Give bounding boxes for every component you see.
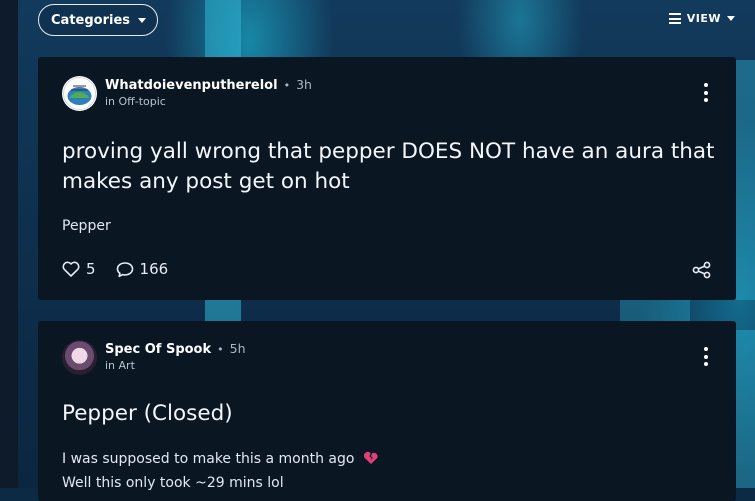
view-options-icon [668,13,681,24]
post-body-line: Well this only took ~29 mins lol [62,475,284,491]
separator-dot: • [283,79,291,92]
like-count: 5 [86,260,96,278]
heart-icon [62,261,80,277]
chevron-down-icon [727,16,735,21]
community-link[interactable]: in Art [105,359,135,372]
post-time: 5h [229,341,246,356]
view-label: VIEW [686,12,721,25]
comment-button[interactable]: 166 [116,260,169,278]
more-options-icon[interactable] [704,83,708,102]
post-title[interactable]: Pepper (Closed) [62,399,233,429]
post-title[interactable]: proving yall wrong that pepper DOES NOT … [62,137,722,197]
post-time: 3h [296,77,312,92]
left-sidebar-strip [0,0,18,488]
broken-heart-icon [363,451,378,464]
comment-count: 166 [139,260,169,278]
post-card[interactable]: Whatdoievenputherelol • 3h in Off-topic … [38,57,736,300]
avatar[interactable] [62,76,97,111]
author-name[interactable]: Whatdoievenputherelol [105,78,278,93]
community-link[interactable]: in Off-topic [105,95,166,108]
like-button[interactable]: 5 [62,260,96,278]
categories-label: Categories [51,12,131,28]
author-name[interactable]: Spec Of Spook [105,342,211,357]
comment-icon [116,261,133,277]
more-options-icon[interactable] [704,347,708,366]
post-tag[interactable]: Pepper [62,218,111,234]
share-icon[interactable] [692,261,712,279]
view-button[interactable]: VIEW [668,12,735,25]
post-card[interactable]: Spec Of Spook • 5h in Art Pepper (Closed… [38,321,736,501]
chevron-down-icon [138,17,147,23]
categories-dropdown[interactable]: Categories [38,4,158,36]
separator-dot: • [217,343,224,356]
post-body-line: I was supposed to make this a month ago [62,451,379,467]
avatar[interactable] [62,340,97,375]
